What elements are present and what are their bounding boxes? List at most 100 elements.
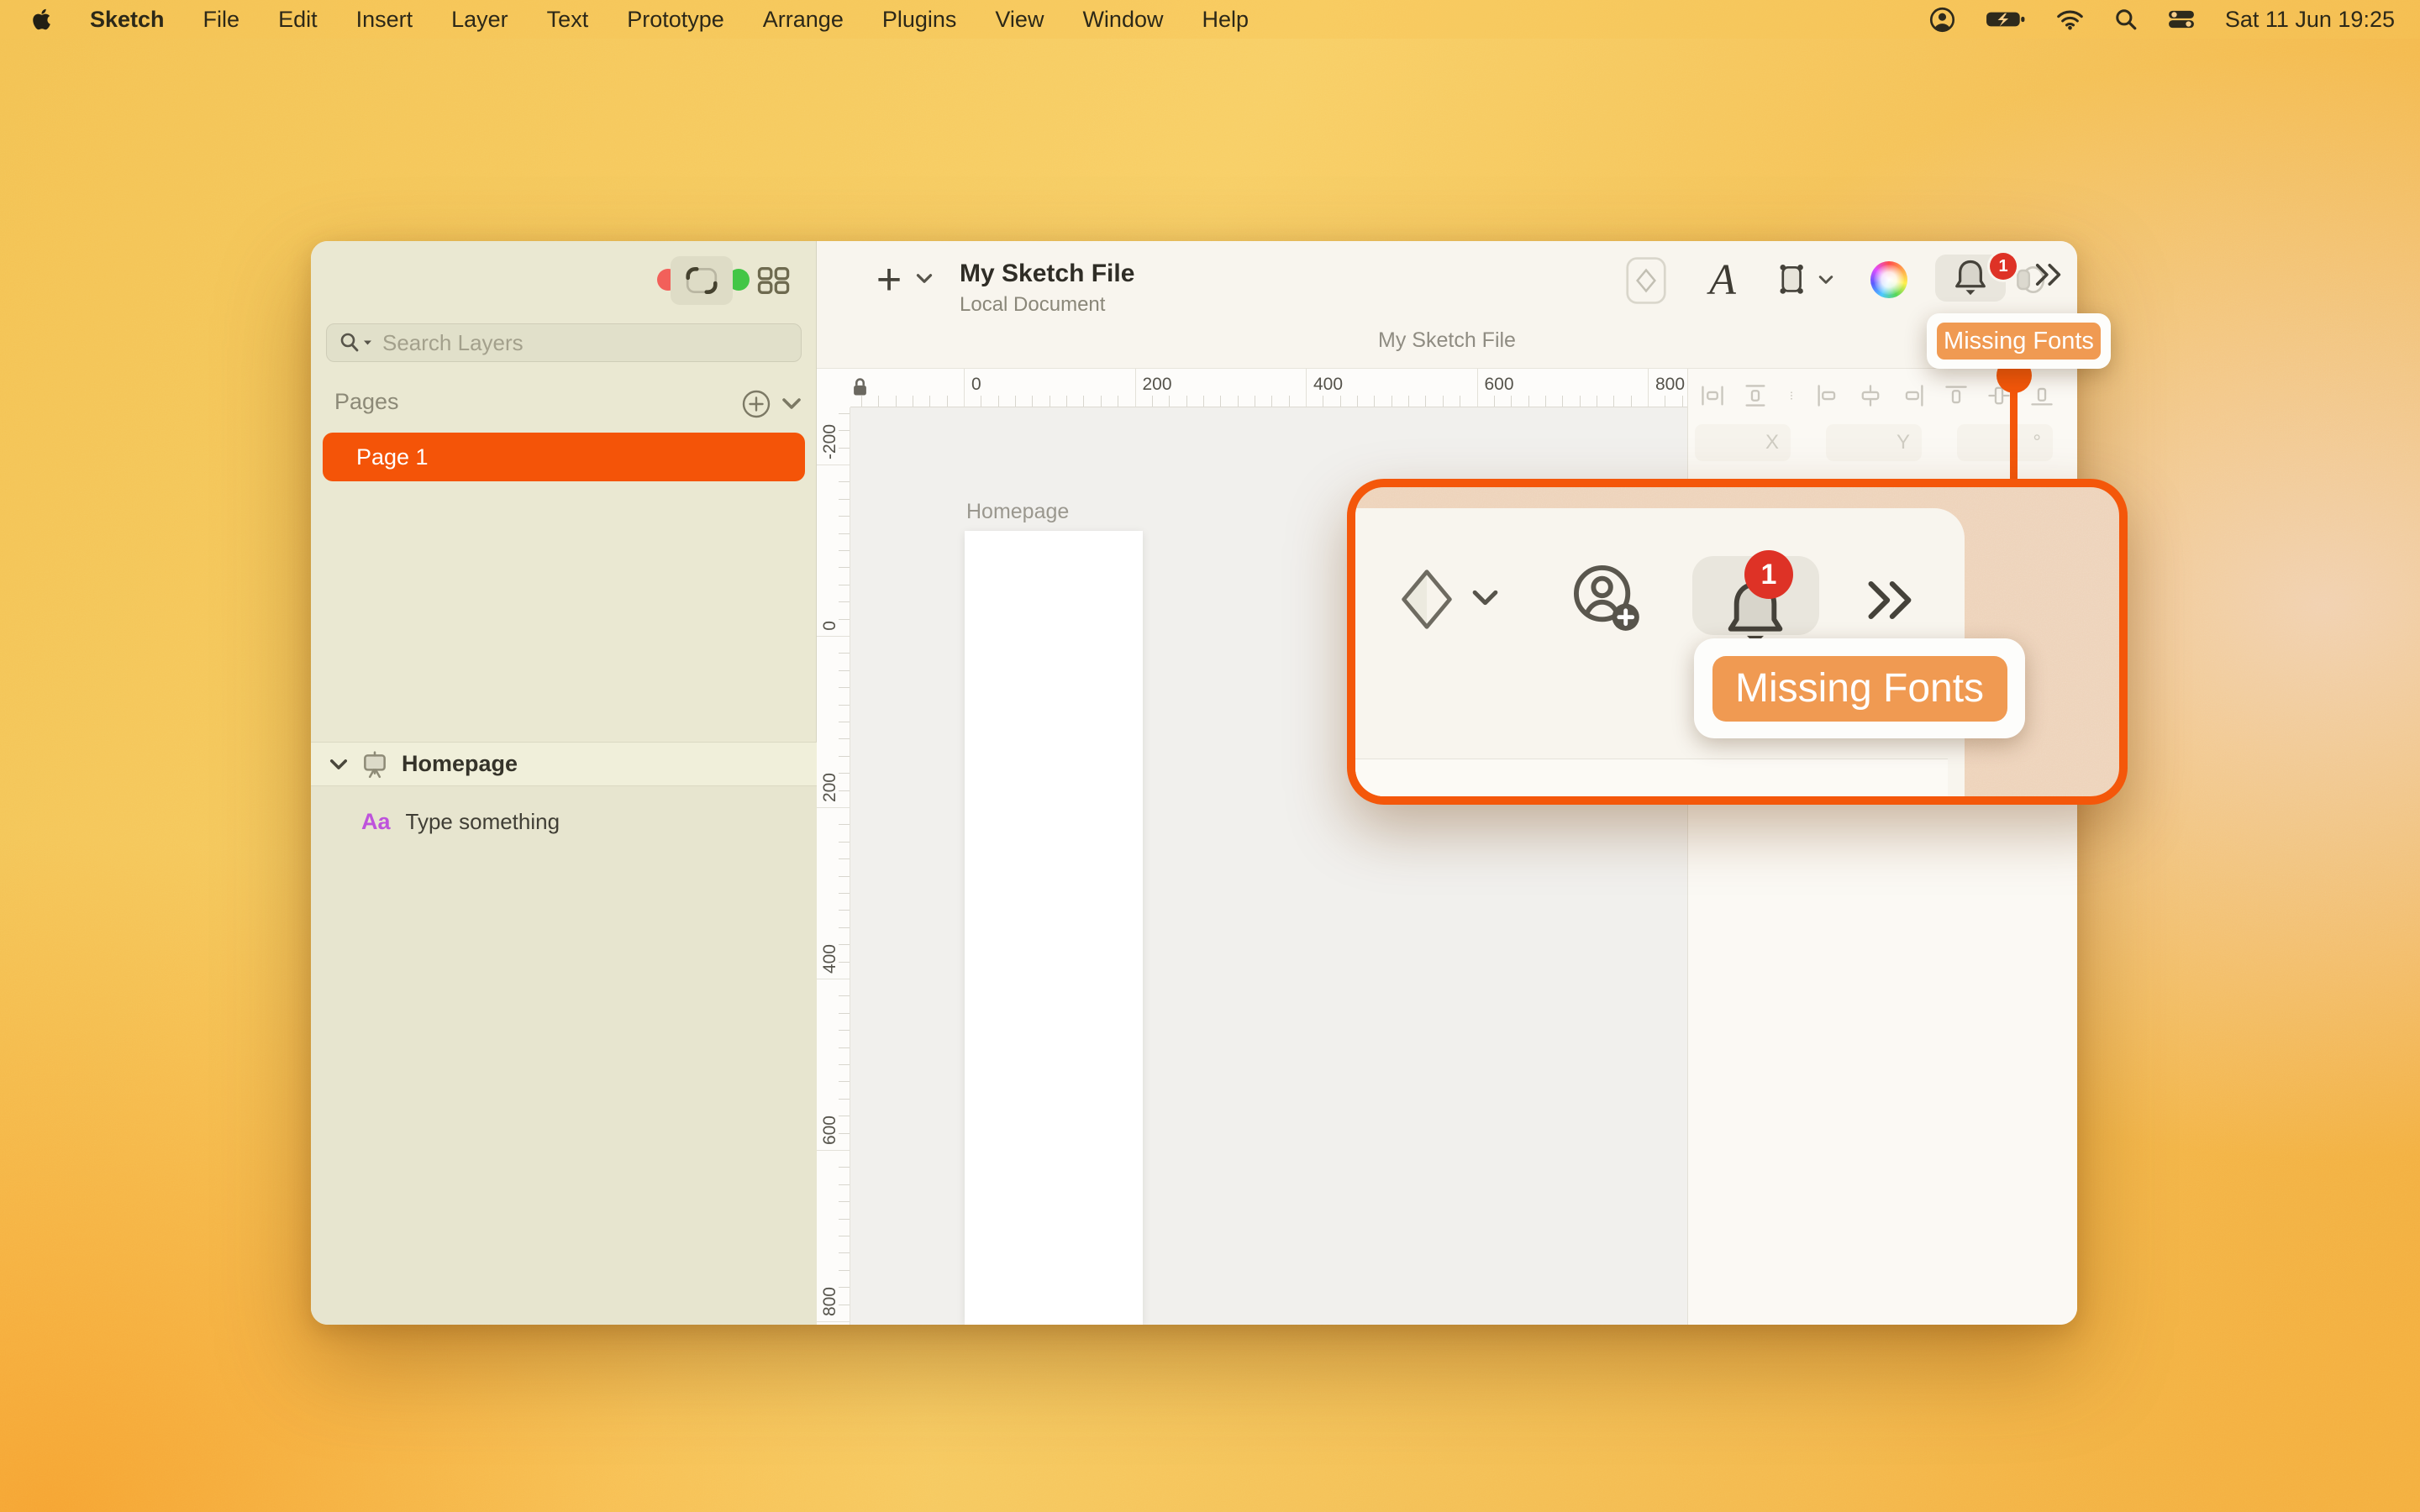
ruler-tick xyxy=(1135,369,1136,407)
ruler-tick xyxy=(839,601,850,602)
wifi-icon[interactable] xyxy=(2056,9,2084,30)
magnified-double-chevron-icon xyxy=(1861,577,1917,627)
align-top-icon[interactable] xyxy=(1944,383,1969,408)
ruler-tick xyxy=(1015,396,1016,407)
magnified-notification-badge: 1 xyxy=(1744,550,1793,599)
insert-dropdown-chevron-icon[interactable] xyxy=(916,273,933,284)
lock-icon[interactable] xyxy=(852,376,868,398)
frame-icon xyxy=(1775,261,1812,298)
align-left-icon[interactable] xyxy=(1815,383,1840,408)
ruler-tick xyxy=(1083,396,1084,407)
apple-icon[interactable] xyxy=(32,8,51,31)
ruler-tick xyxy=(839,738,850,739)
control-center-icon[interactable] xyxy=(2168,10,2195,29)
ruler-tick xyxy=(839,1270,850,1271)
v-ruler-label: 600 xyxy=(820,1116,840,1145)
search-layers-field[interactable] xyxy=(326,323,802,362)
sidebar-layer-group-homepage[interactable]: Homepage xyxy=(311,742,817,786)
menu-item-file[interactable]: File xyxy=(203,7,240,33)
canvas-tab-label[interactable]: My Sketch File xyxy=(817,328,2077,364)
menu-item-window[interactable]: Window xyxy=(1082,7,1163,33)
rotation-field-label: ° xyxy=(2033,431,2041,454)
ruler-tick xyxy=(878,396,879,407)
menu-item-insert[interactable]: Insert xyxy=(356,7,413,33)
toolbar-overflow-button[interactable] xyxy=(2032,261,2064,288)
menu-app-name[interactable]: Sketch xyxy=(90,7,165,33)
magnified-chevron-down-icon xyxy=(1471,589,1499,611)
menu-item-text[interactable]: Text xyxy=(547,7,589,33)
insert-plus-button[interactable]: + xyxy=(869,258,909,302)
text-tool-button[interactable]: A xyxy=(1701,256,1744,303)
align-right-icon[interactable] xyxy=(1901,383,1926,408)
battery-charging-icon[interactable] xyxy=(1986,9,2026,29)
add-page-button[interactable] xyxy=(741,389,771,419)
artboard-homepage[interactable] xyxy=(965,531,1143,1325)
ruler-tick xyxy=(1357,396,1358,407)
ruler-tick xyxy=(839,550,850,551)
sidebar-page-item-selected[interactable]: Page 1 xyxy=(323,433,805,481)
canvas-view-toggle-button[interactable] xyxy=(671,256,733,305)
distribute-vertical-icon[interactable] xyxy=(1743,383,1768,408)
text-layer-label: Type something xyxy=(406,809,560,835)
ruler-corner xyxy=(817,369,850,407)
frame-tool-button[interactable] xyxy=(1775,261,1812,298)
rotation-field[interactable]: ° xyxy=(1957,424,2053,461)
components-view-toggle-button[interactable] xyxy=(750,256,797,305)
bell-icon xyxy=(1949,256,1992,300)
desktop: Sketch File Edit Insert Layer Text Prototype A… xyxy=(0,0,2420,1512)
menu-item-plugins[interactable]: Plugins xyxy=(882,7,957,33)
ruler-tick xyxy=(964,369,965,407)
distribute-horizontal-icon[interactable] xyxy=(1700,383,1725,408)
layers-panel-lower xyxy=(311,786,817,1325)
ruler-tick xyxy=(839,653,850,654)
frame-dropdown-chevron-icon[interactable] xyxy=(1818,275,1833,285)
x-field-label: X xyxy=(1765,431,1779,454)
y-position-field[interactable]: Y xyxy=(1826,424,1922,461)
color-picker-button[interactable] xyxy=(1870,261,1907,298)
ruler-tick xyxy=(817,1321,850,1322)
ruler-tick xyxy=(1152,396,1153,407)
ruler-tick xyxy=(1271,396,1272,407)
menu-item-help[interactable]: Help xyxy=(1202,7,1249,33)
ruler-tick xyxy=(1648,369,1649,407)
v-ruler-label: 400 xyxy=(820,944,840,974)
ruler-tick xyxy=(1425,396,1426,407)
document-title-block[interactable]: My Sketch File Local Document xyxy=(960,260,1134,317)
divider-dots-icon[interactable] xyxy=(1786,383,1797,408)
ruler-tick xyxy=(1631,396,1632,407)
x-position-field[interactable]: X xyxy=(1695,424,1791,461)
menu-bar: Sketch File Edit Insert Layer Text Prototype A… xyxy=(0,0,2420,39)
align-bottom-icon[interactable] xyxy=(2029,383,2054,408)
insert-shape-button[interactable] xyxy=(1625,256,1667,305)
y-field-label: Y xyxy=(1897,431,1910,454)
sidebar-layer-item-text[interactable]: Aa Type something xyxy=(311,802,817,841)
chevron-down-icon[interactable] xyxy=(329,759,348,770)
ruler-tick xyxy=(839,413,850,414)
search-icon[interactable] xyxy=(2114,8,2138,31)
ruler-tick xyxy=(839,995,850,996)
page-item-label: Page 1 xyxy=(356,444,429,470)
ruler-tick xyxy=(1494,396,1495,407)
ruler-tick xyxy=(1306,369,1307,407)
menu-clock[interactable]: Sat 11 Jun 19:25 xyxy=(2225,7,2395,33)
plus-icon: + xyxy=(876,260,902,299)
text-tool-icon: A xyxy=(1709,255,1736,305)
menu-item-view[interactable]: View xyxy=(995,7,1044,33)
magnified-notification-count: 1 xyxy=(1761,559,1777,591)
menu-item-layer[interactable]: Layer xyxy=(451,7,508,33)
user-account-icon[interactable] xyxy=(1929,7,1955,33)
menu-item-arrange[interactable]: Arrange xyxy=(763,7,844,33)
ruler-tick xyxy=(1220,396,1221,407)
ruler-tick xyxy=(1289,396,1290,407)
ruler-tick xyxy=(1238,396,1239,407)
search-input[interactable] xyxy=(381,329,789,357)
align-center-horizontal-icon[interactable] xyxy=(1858,383,1883,408)
ruler-tick xyxy=(1374,396,1375,407)
ruler-tick xyxy=(839,876,850,877)
pages-collapse-chevron-icon[interactable] xyxy=(781,397,802,410)
menu-item-edit[interactable]: Edit xyxy=(278,7,318,33)
ruler-tick xyxy=(839,567,850,568)
artboard-label[interactable]: Homepage xyxy=(966,500,1069,524)
menu-item-prototype[interactable]: Prototype xyxy=(627,7,724,33)
ruler-tick xyxy=(1101,396,1102,407)
